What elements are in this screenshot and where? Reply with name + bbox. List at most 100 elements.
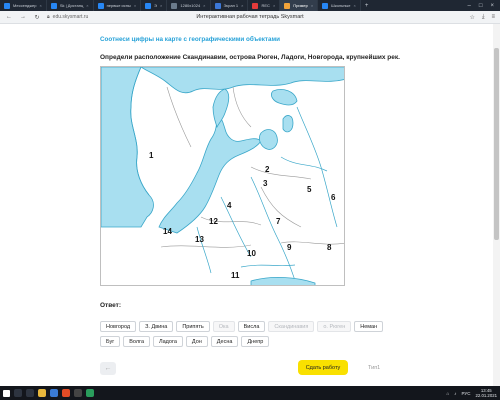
tab-label: Пример bbox=[293, 3, 308, 8]
lock-icon: 🔒︎ bbox=[47, 14, 50, 20]
answer-option-chip[interactable]: Припять bbox=[176, 321, 210, 332]
tab-favicon-icon bbox=[214, 2, 221, 9]
answer-option-chip[interactable]: З. Двина bbox=[139, 321, 174, 332]
map-label-3: 3 bbox=[263, 179, 268, 188]
browser-icon[interactable] bbox=[62, 389, 70, 397]
language-indicator[interactable]: РУС bbox=[461, 391, 470, 396]
address-bar: ← → ↻ 🔒︎ edu.skysmart.ru Интерактивная р… bbox=[0, 11, 500, 24]
answer-option-chip[interactable]: Дон bbox=[185, 336, 208, 347]
map-label-10: 10 bbox=[247, 249, 256, 258]
map-label-11: 11 bbox=[231, 271, 240, 280]
map-label-14: 14 bbox=[163, 227, 172, 236]
answer-option-chip[interactable]: Новгород bbox=[100, 321, 137, 332]
answer-option-chip[interactable]: Волга bbox=[123, 336, 151, 347]
map-label-8: 8 bbox=[327, 243, 332, 252]
browser-tab[interactable]: Пример × bbox=[280, 0, 319, 11]
answer-option-chip: Скандинавия bbox=[268, 321, 315, 332]
task-counter: Тип1 bbox=[368, 365, 381, 371]
page-content: Соотнеси цифры на карте с географическим… bbox=[0, 24, 500, 386]
answer-option-chip[interactable]: Висла bbox=[237, 321, 266, 332]
browser-tab[interactable]: Экран 1 × bbox=[211, 0, 249, 11]
close-window-icon[interactable]: × bbox=[490, 3, 494, 9]
tab-close-icon[interactable]: × bbox=[134, 3, 136, 8]
tab-close-icon[interactable]: × bbox=[273, 3, 275, 8]
baltic-sea bbox=[158, 106, 262, 234]
bookmark-icon[interactable]: ☆ bbox=[469, 14, 474, 21]
taskbar: ⌂ ♪ РУС 13:45 22.01.2021 bbox=[0, 386, 500, 400]
tab-close-icon[interactable]: × bbox=[160, 3, 162, 8]
tab-close-icon[interactable]: × bbox=[203, 3, 205, 8]
gulf-of-bothnia bbox=[212, 88, 230, 129]
submit-work-button[interactable]: Сдать работу bbox=[298, 360, 348, 375]
forward-nav-icon[interactable]: → bbox=[19, 14, 27, 20]
tab-close-icon[interactable]: × bbox=[311, 3, 313, 8]
map-label-9: 9 bbox=[287, 243, 292, 252]
tab-close-icon[interactable]: × bbox=[241, 3, 243, 8]
scrollbar-thumb[interactable] bbox=[494, 48, 499, 240]
tab-favicon-icon bbox=[4, 2, 10, 9]
tab-label: Мессенджер bbox=[13, 3, 37, 8]
tab-label: Sk | Дистанц bbox=[59, 3, 84, 8]
map-label-1: 1 bbox=[149, 151, 154, 160]
map-label-4: 4 bbox=[227, 201, 232, 210]
new-tab-button[interactable]: + bbox=[361, 3, 373, 9]
tab-close-icon[interactable]: × bbox=[354, 3, 356, 8]
task-instruction: Определи расположение Скандинавии, остро… bbox=[100, 54, 400, 61]
tab-favicon-icon bbox=[322, 2, 329, 9]
record-icon[interactable] bbox=[74, 389, 82, 397]
map-drawing bbox=[101, 67, 344, 285]
app-icon[interactable] bbox=[86, 389, 94, 397]
tab-favicon-icon bbox=[284, 2, 291, 9]
window-controls: – □ × bbox=[468, 3, 500, 9]
reload-icon[interactable]: ↻ bbox=[33, 14, 41, 21]
answer-option-chip[interactable]: Десна bbox=[210, 336, 239, 347]
map-label-2: 2 bbox=[265, 165, 270, 174]
download-icon[interactable]: ⤓ bbox=[482, 14, 485, 21]
lake-onega bbox=[282, 115, 294, 133]
browser-tab[interactable]: Э × bbox=[141, 0, 168, 11]
tab-close-icon[interactable]: × bbox=[86, 3, 88, 8]
browser-tab[interactable]: первые испы × bbox=[94, 0, 142, 11]
volume-icon[interactable]: ♪ bbox=[454, 391, 456, 396]
clock-date: 22.01.2021 bbox=[475, 393, 497, 398]
tab-label: первые испы bbox=[106, 3, 131, 8]
answer-option-chip[interactable]: Днепр bbox=[241, 336, 270, 347]
browser-tab[interactable]: 1280x1024 × bbox=[167, 0, 211, 11]
map-label-5: 5 bbox=[307, 185, 312, 194]
answer-option-chip[interactable]: Ладога bbox=[153, 336, 183, 347]
store-icon[interactable] bbox=[50, 389, 58, 397]
network-icon[interactable]: ⌂ bbox=[447, 391, 450, 396]
outline-map: 1 2 3 4 5 6 7 8 9 10 11 12 13 14 bbox=[100, 66, 345, 286]
search-icon[interactable] bbox=[14, 389, 22, 397]
back-nav-icon[interactable]: ← bbox=[5, 14, 13, 20]
answer-option-chip[interactable]: Неман bbox=[354, 321, 384, 332]
taskview-icon[interactable] bbox=[26, 389, 34, 397]
maximize-icon[interactable]: □ bbox=[479, 3, 483, 9]
tab-label: 1280x1024 bbox=[180, 3, 201, 8]
explorer-icon[interactable] bbox=[38, 389, 46, 397]
lake-ladoga bbox=[259, 129, 278, 150]
url-field[interactable]: 🔒︎ edu.skysmart.ru bbox=[47, 14, 88, 20]
tab-favicon-icon bbox=[97, 2, 104, 9]
url-text: edu.skysmart.ru bbox=[52, 14, 89, 20]
menu-icon[interactable]: ≡ bbox=[491, 14, 495, 21]
tab-favicon-icon bbox=[50, 2, 57, 9]
tab-favicon-icon bbox=[145, 2, 152, 9]
sea-north bbox=[140, 67, 344, 94]
back-button[interactable]: ← bbox=[100, 362, 116, 375]
map-label-6: 6 bbox=[331, 193, 336, 202]
windows-start-icon[interactable] bbox=[3, 389, 10, 397]
browser-tab[interactable]: REC × bbox=[248, 0, 281, 11]
tab-close-icon[interactable]: × bbox=[40, 3, 42, 8]
clock[interactable]: 13:45 22.01.2021 bbox=[475, 388, 497, 398]
browser-tab[interactable]: Мессенджер × bbox=[0, 0, 47, 11]
map-label-7: 7 bbox=[276, 217, 281, 226]
answer-option-chip[interactable]: Буг bbox=[100, 336, 121, 347]
browser-tab[interactable]: Школьные × bbox=[318, 0, 361, 11]
sea-west bbox=[101, 67, 154, 228]
white-sea bbox=[271, 89, 298, 106]
browser-tab[interactable]: Sk | Дистанц × bbox=[47, 0, 94, 11]
minimize-icon[interactable]: – bbox=[468, 3, 471, 9]
tab-label: Э bbox=[154, 3, 158, 8]
answer-options: Новгород З. Двина Припять Ока Висла Скандинав… bbox=[100, 321, 400, 347]
